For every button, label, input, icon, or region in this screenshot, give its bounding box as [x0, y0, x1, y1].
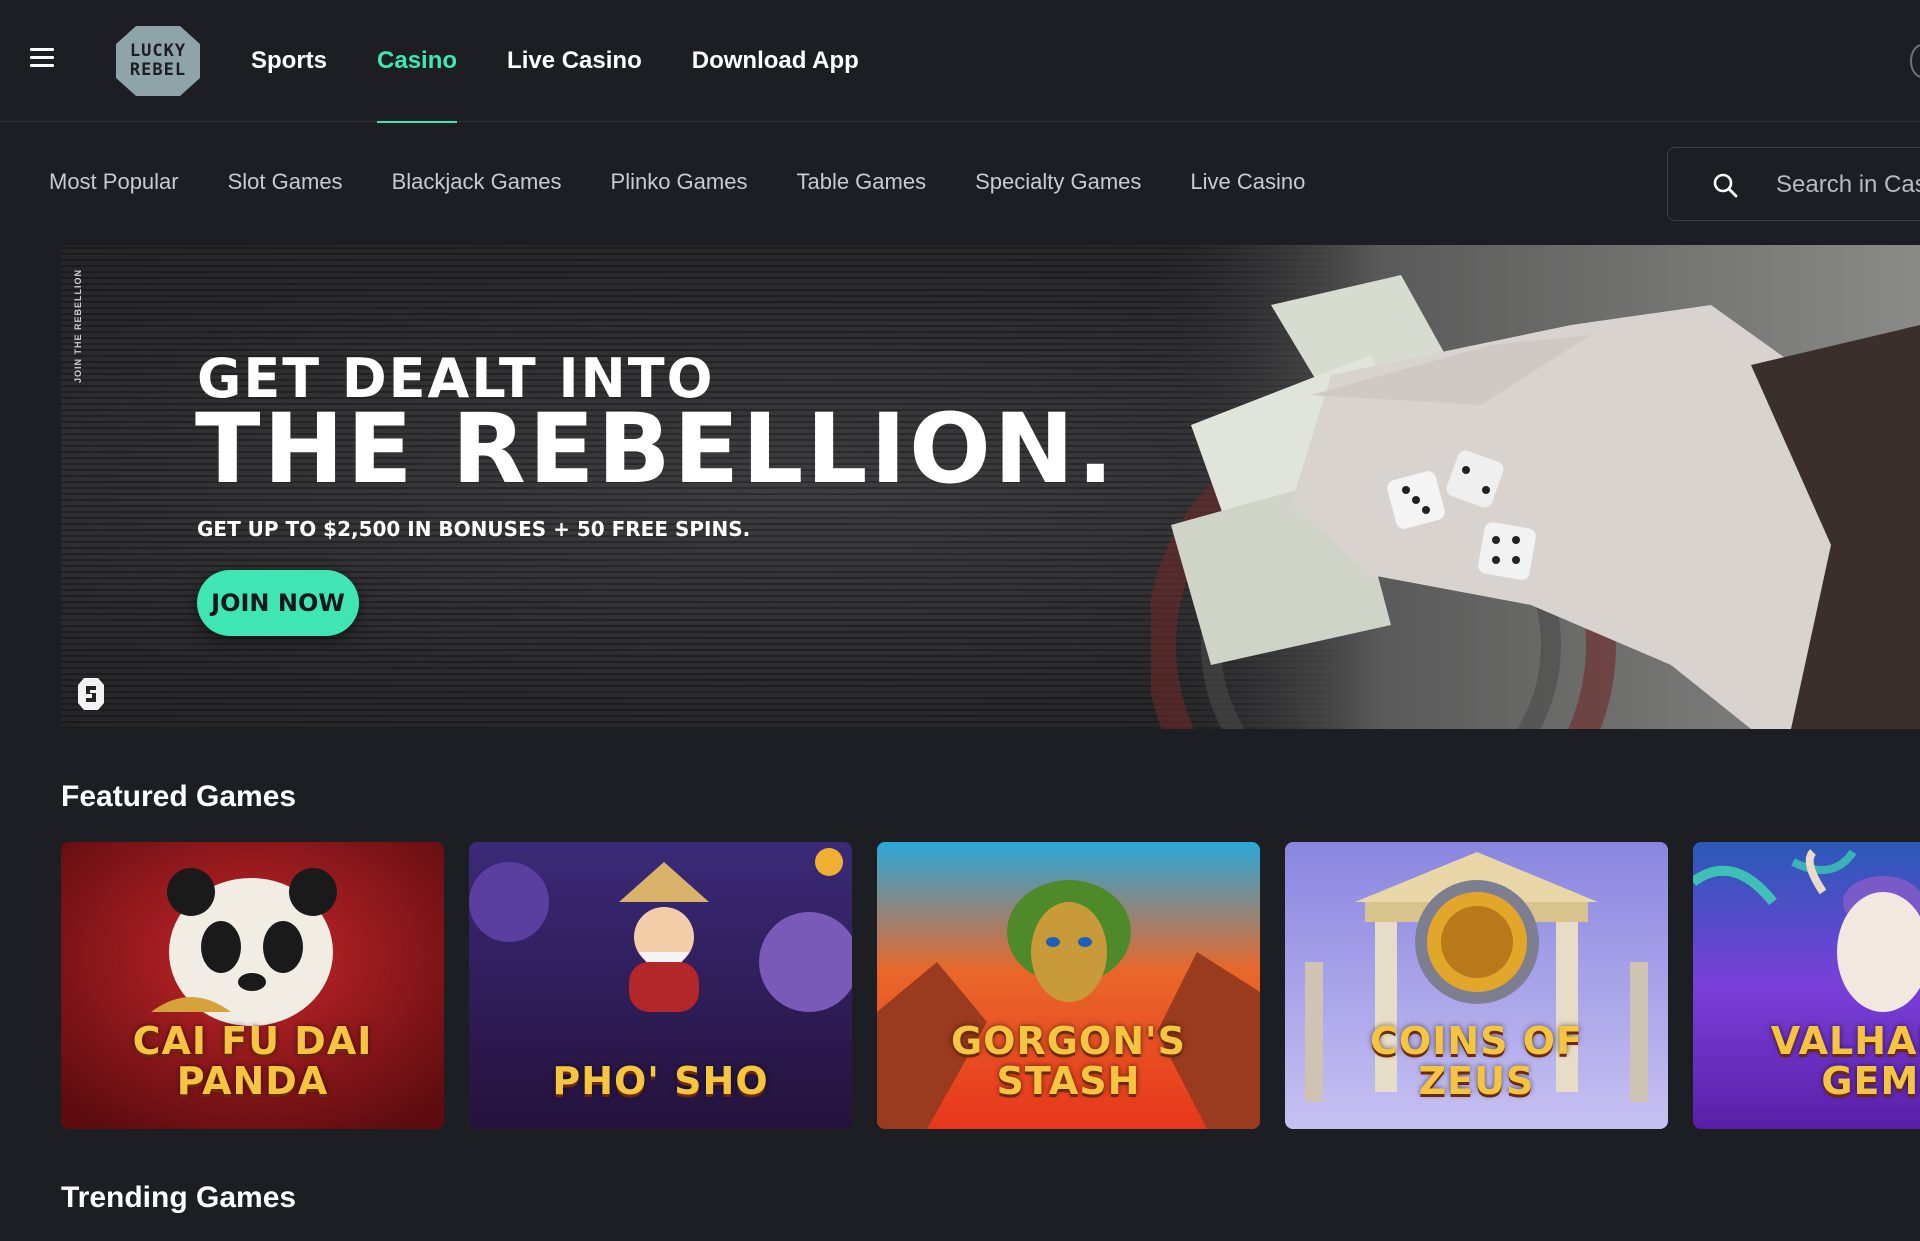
game-card-coins-of-zeus[interactable]: COINS OF ZEUS [1285, 842, 1668, 1129]
trending-games-heading: Trending Games [61, 1181, 297, 1214]
search-input[interactable] [1776, 168, 1920, 202]
game-title: COINS OF ZEUS [1370, 1019, 1583, 1103]
game-card-gorgons-stash[interactable]: GORGON'S STASH [877, 842, 1260, 1129]
hero-side-caption: JOIN THE REBELLION [73, 268, 83, 383]
hero-banner: JOIN THE REBELLION GET DEALT INTO THE RE… [61, 245, 1920, 729]
featured-games-carousel: CAI FU DAI PANDA PHO' SHO GORGON'S STASH [61, 842, 1920, 1129]
casino-category-nav: Most Popular Slot Games Blackjack Games … [49, 160, 1354, 204]
main-nav: Sports Casino Live Casino Download App [251, 0, 909, 123]
nav-live-casino[interactable]: Live Casino [507, 0, 642, 122]
menu-icon[interactable] [30, 48, 54, 70]
game-card-valhalla-gems[interactable]: VALHALLA GEMS [1693, 842, 1920, 1129]
search-icon [1713, 173, 1738, 198]
logo-text-lucky: LUCKY [129, 41, 187, 61]
lucky-rebel-logo[interactable]: LUCKY REBEL [114, 24, 202, 98]
logo-text-rebel: REBEL [129, 60, 187, 80]
nav-download-app[interactable]: Download App [692, 0, 859, 122]
category-blackjack-games[interactable]: Blackjack Games [392, 169, 562, 195]
game-title: VALHALLA GEMS [1770, 1019, 1920, 1103]
category-plinko-games[interactable]: Plinko Games [611, 169, 748, 195]
game-card-pho-sho[interactable]: PHO' SHO [469, 842, 852, 1129]
category-table-games[interactable]: Table Games [796, 169, 926, 195]
hero-subtitle: GET UP TO $2,500 IN BONUSES + 50 FREE SP… [197, 517, 751, 541]
game-title: PHO' SHO [552, 1059, 769, 1103]
top-navigation-bar: LUCKY REBEL Sports Casino Live Casino Do… [0, 0, 1920, 123]
category-specialty-games[interactable]: Specialty Games [975, 169, 1141, 195]
account-icon[interactable] [1910, 44, 1920, 78]
join-now-button[interactable]: JOIN NOW [197, 570, 359, 636]
game-title: GORGON'S STASH [950, 1019, 1187, 1103]
hero-hand-cash-dice-image [1151, 245, 1920, 729]
featured-games-heading: Featured Games [61, 780, 297, 813]
game-card-cai-fu-dai-panda[interactable]: CAI FU DAI PANDA [61, 842, 444, 1129]
category-most-popular[interactable]: Most Popular [49, 169, 179, 195]
nav-casino[interactable]: Casino [377, 0, 458, 123]
game-title: CAI FU DAI PANDA [132, 1019, 373, 1103]
brand-badge-icon [78, 678, 104, 710]
category-live-casino[interactable]: Live Casino [1190, 169, 1305, 195]
category-slot-games[interactable]: Slot Games [228, 169, 343, 195]
nav-sports[interactable]: Sports [251, 0, 327, 122]
hero-headline-line2: THE REBELLION. [195, 393, 1117, 505]
casino-search-box[interactable] [1667, 147, 1920, 221]
